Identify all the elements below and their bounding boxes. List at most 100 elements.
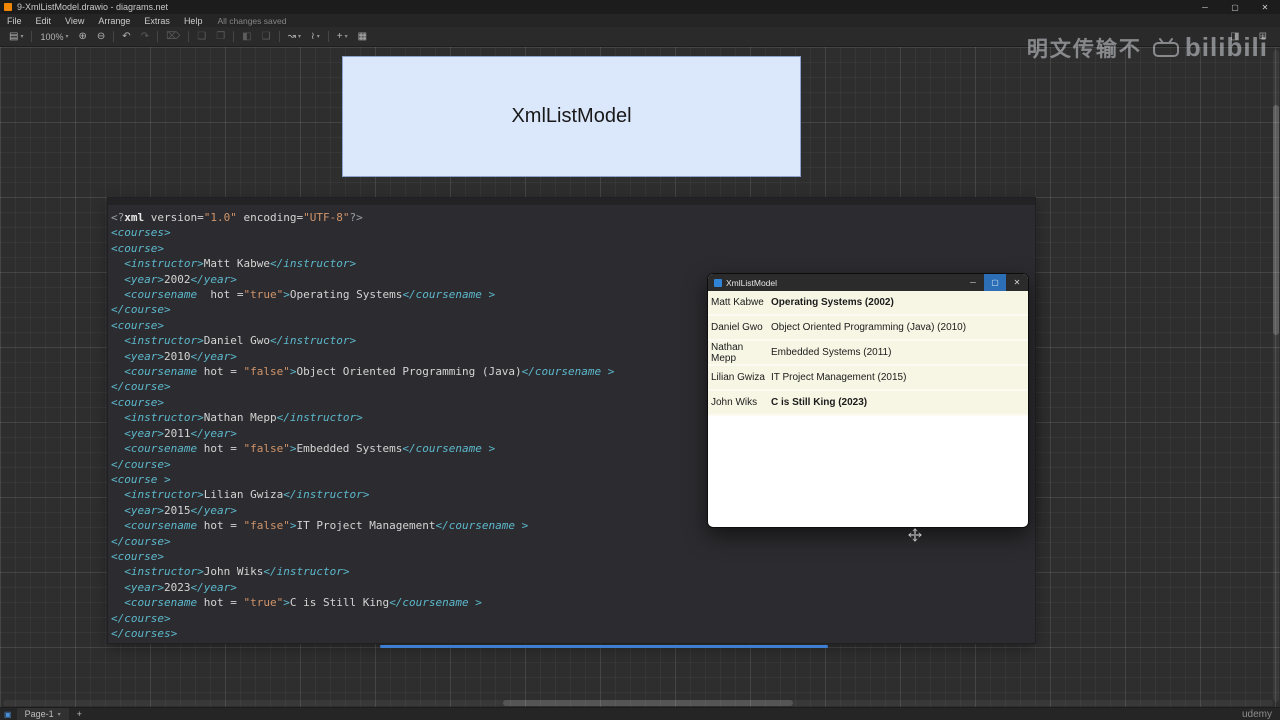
app-maximize-button[interactable]: ▢ [984,274,1006,291]
list-item[interactable]: John Wiks C is Still King (2023) [708,391,1028,416]
code-token: Embedded Systems [296,442,403,456]
vertical-scrollbar[interactable] [1273,50,1279,702]
zoom-out-icon[interactable]: ⊖ [92,31,110,42]
title-shape-label: XmlListModel [511,105,632,127]
code-token: hot = [197,596,244,610]
code-token: xml [124,211,145,224]
code-token: > [283,288,290,302]
code-token: "false" [243,365,290,379]
horizontal-scrollbar-thumb[interactable] [503,700,793,706]
code-token: <instructor> [124,488,204,502]
close-button[interactable]: ✕ [1250,0,1280,14]
to-back-icon-glyph: ❐ [216,31,226,42]
format-panel-toggle-icon[interactable]: ◨ [1225,31,1244,42]
insert-icon[interactable]: + ▾ [332,31,353,42]
menu-edit[interactable]: Edit [29,16,59,26]
code-token: <coursename [124,365,198,379]
add-page-button[interactable]: + [69,709,90,719]
redo-icon-glyph: ↷ [140,31,150,42]
code-line: <year>2023</year> [111,580,1035,595]
fill-color-icon-glyph: ◧ [242,31,252,42]
code-token: </course> [111,380,171,394]
pages-icon[interactable]: ▣ [4,710,12,719]
code-token: </coursename > [521,365,615,379]
zoom-in-icon[interactable]: ⊕ [74,31,92,42]
toolbar-right: ◨ ⊞ [1225,31,1280,42]
code-line: <course> [111,549,1035,564]
course-name: C is Still King (2023) [771,397,868,408]
app-close-button[interactable]: ✕ [1006,274,1028,291]
code-token: </instructor> [276,411,363,425]
code-token: </course> [111,611,171,625]
code-token: <year> [124,503,164,517]
menu-view[interactable]: View [58,16,91,26]
to-back-icon[interactable]: ❐ [211,31,230,42]
redo-icon[interactable]: ↷ [136,31,154,42]
zoom-select[interactable]: 100% ▾ [35,32,73,42]
table-icon[interactable]: ▦ [353,31,372,42]
code-token: "false" [243,519,290,533]
course-name: Operating Systems (2002) [771,297,894,308]
menu-arrange[interactable]: Arrange [91,16,137,26]
save-status[interactable]: All changes saved [217,16,286,26]
code-token: hot = [197,442,244,456]
title-shape[interactable]: XmlListModel [342,56,801,177]
vertical-scrollbar-thumb[interactable] [1273,105,1279,335]
code-token: version= [144,211,204,224]
window-controls: ─ ▢ ✕ [1190,0,1280,14]
to-front-icon[interactable]: ❏ [192,31,211,42]
code-token: <year> [124,349,164,363]
code-token: ?> [349,211,363,224]
page-tab[interactable]: Page-1 ▾ [16,708,69,720]
expand-icon[interactable]: ⊞ [1254,31,1272,42]
delete-icon[interactable]: ⌦ [161,31,185,42]
code-token: John Wiks [203,565,264,579]
list-item[interactable]: Lilian Gwiza IT Project Management (2015) [708,366,1028,391]
code-token: <year> [124,272,164,286]
chevron-down-icon: ▾ [297,34,301,40]
code-line: <?xml version="1.0" encoding="UTF-8"?> [111,210,1035,225]
code-token: 2010 [164,349,191,363]
view-icon[interactable]: ▤ ▾ [4,31,28,42]
maximize-button[interactable]: ▢ [1220,0,1250,14]
list-item[interactable]: Daniel Gwo Object Oriented Programming (J… [708,316,1028,341]
menubar-items: File Edit View Arrange Extras Help [0,16,209,26]
shadow-icon[interactable]: ❑ [257,31,276,42]
code-token: IT Project Management [296,519,436,533]
undo-icon-glyph: ↶ [122,31,131,42]
app-minimize-button[interactable]: ─ [962,274,984,291]
code-token: 2023 [164,580,191,594]
code-scrollbar-thumb[interactable] [380,645,828,648]
code-token: Operating Systems [289,288,403,302]
code-token: </year> [190,580,237,594]
code-token: hot = [197,365,244,379]
code-token: <course> [111,395,164,409]
list-item[interactable]: Matt Kabwe Operating Systems (2002) [708,291,1028,316]
code-token: <coursename [124,519,198,533]
list-item[interactable]: Nathan Mepp Embedded Systems (2011) [708,341,1028,366]
code-token: <instructor> [124,565,204,579]
code-token: <year> [124,426,164,440]
zoom-in-icon-glyph: ⊕ [78,31,87,42]
menu-file[interactable]: File [0,16,29,26]
fill-color-icon[interactable]: ◧ [237,31,256,42]
code-line: <instructor>Matt Kabwe</instructor> [111,256,1035,271]
connection-icon[interactable]: ↝ ▾ [283,31,306,42]
waypoints-icon[interactable]: ≀ ▾ [306,31,325,42]
diagram-canvas[interactable]: XmlListModel <?xml version="1.0" encodin… [0,47,1280,707]
code-token: "UTF-8" [303,211,350,224]
undo-icon[interactable]: ↶ [117,31,135,42]
code-token: "false" [243,442,290,456]
horizontal-scrollbar[interactable] [3,700,1273,706]
menu-help[interactable]: Help [177,16,210,26]
menu-extras[interactable]: Extras [137,16,177,26]
code-token: </year> [190,272,237,286]
minimize-button[interactable]: ─ [1190,0,1220,14]
